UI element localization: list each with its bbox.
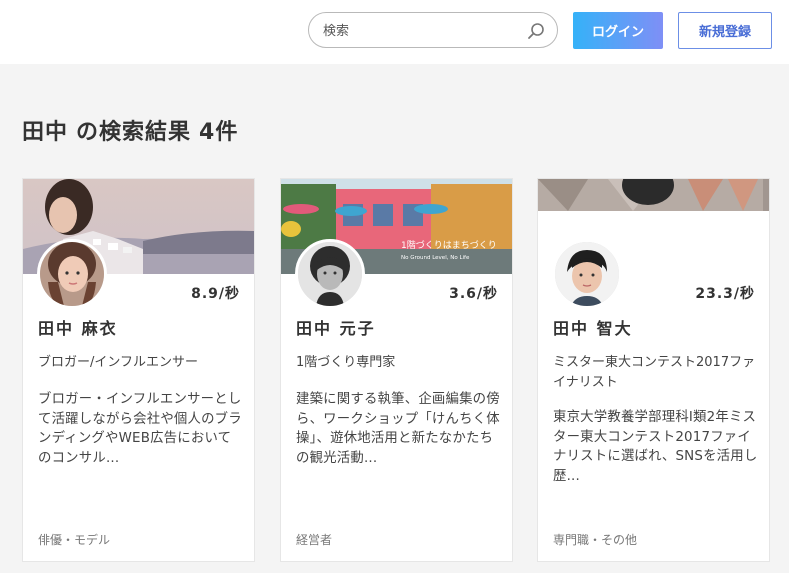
profile-bio: 東京大学教養学部理科I類2年ミスター東大コンテスト2017ファイナリストに選ばれ… [553,410,758,484]
avatar[interactable] [37,239,107,309]
profile-category: 経営者 [296,533,333,547]
profile-title: ミスター東大コンテスト2017ファイナリスト [553,355,756,390]
results-query: 田中 [22,120,69,145]
register-button[interactable]: 新規登録 [678,12,772,49]
profile-category: 俳優・モデル [38,533,111,547]
cover-image [538,179,769,211]
profile-title: 1階づくり専門家 [296,355,396,370]
rate-value: 3.6/秒 [449,286,498,302]
results-count: 4件 [199,120,239,145]
avatar[interactable] [552,239,622,309]
header-bar: ログイン 新規登録 [0,0,789,64]
profile-title: ブロガー/インフルエンサー [38,355,198,370]
profile-bio: ブロガー・インフルエンサーとして活躍しながら会社や個人のブランディングやWEB広… [38,392,242,466]
results-heading: 田中 の検索結果 4件 [22,114,246,146]
cover-text: 1階づくりはまちづくり [401,240,497,251]
login-button[interactable]: ログイン [573,12,663,49]
profile-category: 専門職・その他 [553,533,638,547]
search-box[interactable] [308,12,558,48]
profile-card[interactable]: 8.9/秒 田中 麻衣 ブロガー/インフルエンサー ブロガー・インフルエンサーと… [22,178,255,562]
profile-bio: 建築に関する執筆、企画編集の傍ら、ワークショップ「けんちく体操」、遊休地活用と新… [296,392,500,466]
avatar[interactable] [295,239,365,309]
rate-value: 23.3/秒 [695,286,755,302]
profile-name[interactable]: 田中 智大 [553,315,633,339]
profile-name[interactable]: 田中 元子 [296,315,376,339]
rate-value: 8.9/秒 [191,286,240,302]
search-input[interactable] [323,21,523,41]
profile-name[interactable]: 田中 麻衣 [38,315,118,339]
results-suffix: の検索結果 [76,120,192,145]
cover-subtext: No Ground Level, No Life [401,255,470,261]
profile-card[interactable]: 23.3/秒 田中 智大 ミスター東大コンテスト2017ファイナリスト 東京大学… [537,178,770,562]
search-icon[interactable] [527,22,545,40]
profile-card[interactable]: 1階づくりはまちづくり No Ground Level, No Life 3.6… [280,178,513,562]
